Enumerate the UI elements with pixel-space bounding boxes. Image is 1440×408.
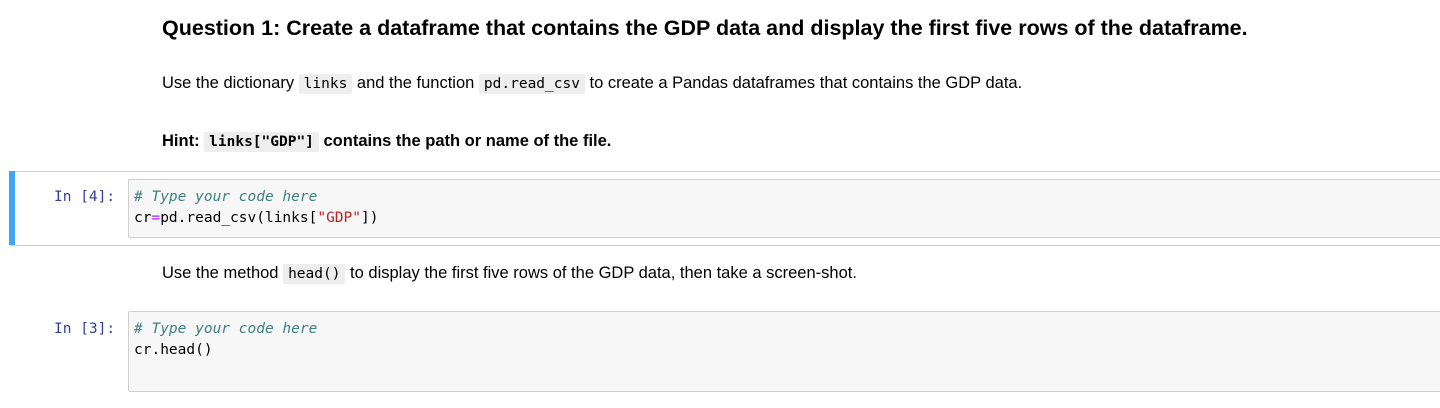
instruction-text: Use the method (162, 264, 284, 282)
instruction-text: and the function (352, 74, 479, 92)
code-line: cr=pd.read_csv(links["GDP"]) (134, 210, 379, 226)
code-comment: # Type your code here (134, 321, 318, 337)
instruction-paragraph: Use the dictionary links and the functio… (162, 72, 1022, 95)
inline-code-head: head() (283, 264, 346, 284)
inline-code-links-gdp: links["GDP"] (204, 132, 319, 152)
cell-prompt: In [3]: (54, 321, 116, 337)
instruction-paragraph-head: Use the method head() to display the fir… (162, 262, 857, 285)
hint-label: Hint: (162, 132, 205, 150)
instruction-text: Use the dictionary (162, 74, 299, 92)
code-editor[interactable]: # Type your code here cr=pd.read_csv(lin… (128, 179, 1440, 238)
cell-prompt: In [4]: (54, 189, 116, 205)
code-line: cr.head() (134, 342, 213, 358)
question-title: Question 1: Create a dataframe that cont… (162, 16, 1248, 40)
hint-paragraph: Hint: links["GDP"] contains the path or … (162, 130, 611, 153)
hint-text: contains the path or name of the file. (318, 132, 612, 150)
inline-code-links: links (298, 74, 353, 94)
cell-selection-indicator (9, 171, 15, 245)
instruction-text: to create a Pandas dataframes that conta… (584, 74, 1023, 92)
inline-code-read-csv: pd.read_csv (478, 74, 585, 94)
code-comment: # Type your code here (134, 189, 318, 205)
code-editor[interactable]: # Type your code here cr.head() (128, 311, 1440, 392)
instruction-text: to display the first five rows of the GD… (345, 264, 857, 282)
